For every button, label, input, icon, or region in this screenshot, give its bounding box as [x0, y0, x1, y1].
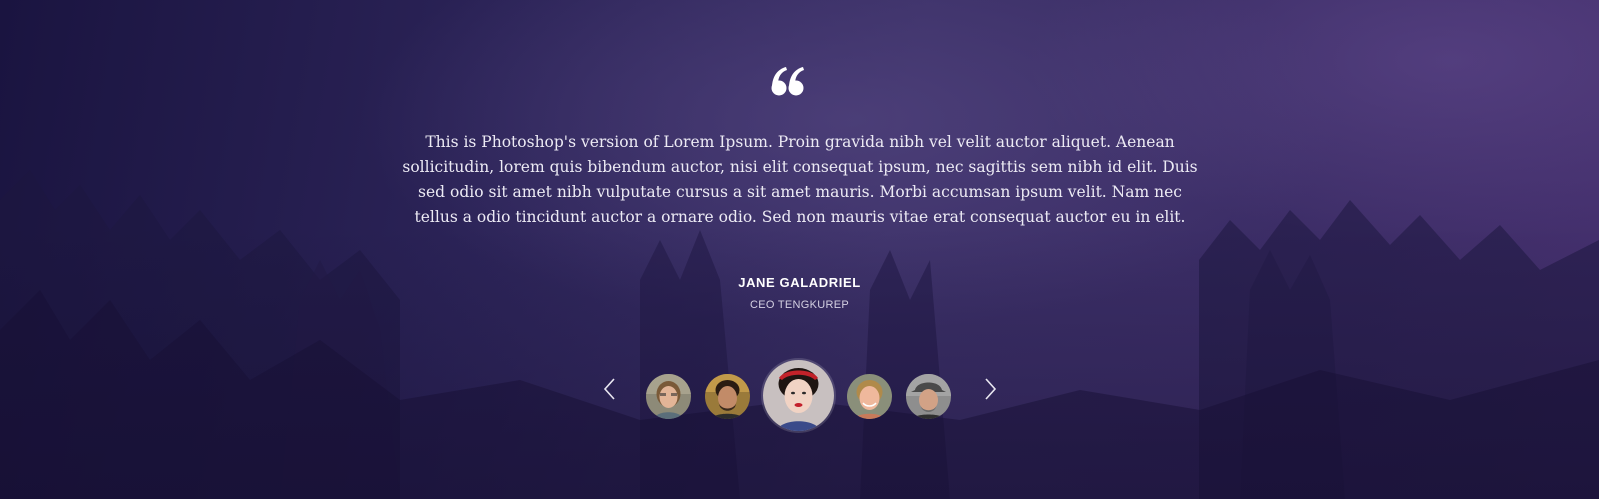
chevron-left-icon[interactable] [600, 376, 622, 402]
avatar-5[interactable] [906, 374, 951, 419]
avatar-4[interactable] [847, 374, 892, 419]
double-quote-icon [771, 67, 804, 96]
avatar-2[interactable] [705, 374, 750, 419]
chevron-right-icon[interactable] [978, 376, 1000, 402]
avatar-3[interactable] [763, 360, 834, 431]
author-name: JANE GALADRIEL [738, 275, 861, 290]
testimonial-text: This is Photoshop's version of Lorem Ips… [402, 133, 1198, 226]
avatar-1[interactable] [646, 374, 691, 419]
author-role: CEO TENGKUREP [749, 299, 850, 311]
testimonial-section: This is Photoshop's version of Lorem Ips… [0, 0, 1599, 499]
